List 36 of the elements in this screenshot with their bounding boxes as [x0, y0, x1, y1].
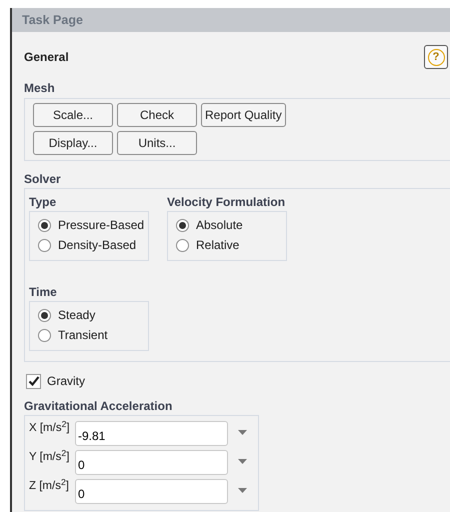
radio-label: Absolute	[196, 217, 243, 234]
field-label: Z [m/s$^{2}$]	[29, 478, 70, 494]
caret-icon[interactable]	[238, 430, 247, 435]
field-label: X [m/s$^{2}$]	[29, 420, 71, 436]
section-title: Mesh	[24, 80, 56, 97]
gravity-checkbox[interactable]	[26, 374, 41, 388]
radio-label: Relative	[196, 237, 240, 254]
value-field[interactable]: -9.81	[75, 421, 228, 446]
caret-icon[interactable]	[238, 459, 247, 464]
radio-label: Steady	[58, 307, 96, 324]
radio-button[interactable]	[176, 238, 189, 252]
mesh-button[interactable]: Units...	[117, 131, 197, 155]
radio-button[interactable]	[38, 218, 51, 232]
group-title: Velocity Formulation	[167, 194, 286, 211]
section-title: Gravitational Acceleration	[24, 398, 174, 415]
radio-button[interactable]	[176, 218, 189, 232]
mesh-button[interactable]: Check	[117, 103, 197, 127]
radio-button[interactable]	[38, 238, 51, 252]
mesh-button[interactable]: Scale...	[33, 103, 113, 127]
value-field[interactable]: 0	[75, 450, 228, 475]
section-title: Solver	[24, 171, 62, 188]
group-title: Time	[29, 284, 58, 301]
radio-label: Transient	[58, 327, 108, 344]
mesh-button[interactable]: Display...	[33, 131, 113, 155]
field-label: Y [m/s$^{2}$]	[29, 449, 70, 465]
page-heading: General	[24, 49, 69, 66]
group-title: Type	[29, 194, 58, 211]
value-field[interactable]: 0	[75, 479, 228, 504]
radio-button[interactable]	[38, 328, 51, 342]
caret-icon[interactable]	[238, 488, 247, 493]
radio-label: Pressure-Based	[58, 217, 144, 234]
radio-label: Density-Based	[58, 237, 136, 254]
window-title: Task Page	[12, 8, 450, 32]
mesh-button[interactable]: Report Quality	[201, 103, 286, 127]
radio-button[interactable]	[38, 308, 51, 322]
checkbox-label: Gravity	[47, 373, 86, 390]
